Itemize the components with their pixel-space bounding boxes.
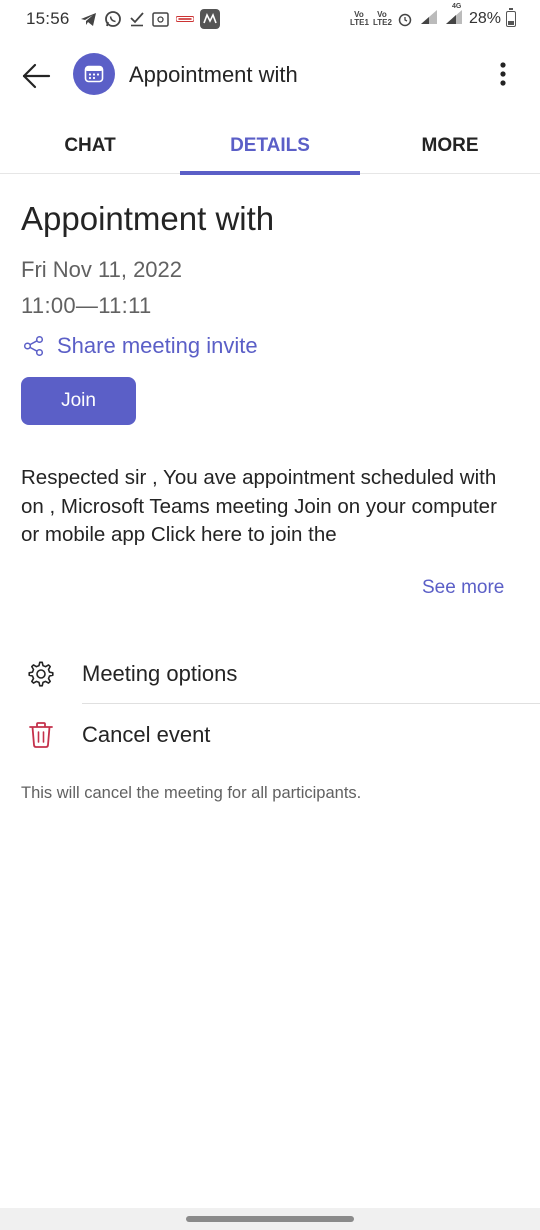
back-arrow-icon (22, 63, 51, 89)
signal-icon-sim1 (419, 9, 439, 30)
screenshot-icon (152, 10, 170, 28)
status-right: Vo LTE1 Vo LTE2 4G 28% (349, 3, 516, 30)
tab-bar: CHAT DETAILS MORE (0, 118, 540, 175)
header-title: Appointment with (129, 62, 298, 87)
home-gesture-handle[interactable] (186, 1216, 354, 1222)
more-options-button[interactable] (488, 56, 518, 92)
meeting-description: Respected sir , You ave appointment sche… (21, 466, 497, 546)
event-title: Appointment with (21, 200, 275, 237)
sim2-volte: Vo LTE2 (372, 10, 392, 27)
status-bar: 15:56 Vo LTE1 Vo LTE2 4G 28% (0, 0, 540, 38)
whatsapp-icon (104, 10, 122, 28)
meeting-avatar (73, 53, 115, 95)
join-button[interactable]: Join (21, 377, 136, 425)
status-left: 15:56 (26, 9, 220, 29)
tab-more[interactable]: MORE (360, 118, 540, 174)
event-date: Fri Nov 11, 2022 (21, 257, 183, 282)
status-time: 15:56 (26, 9, 70, 28)
sim1-volte: Vo LTE1 (349, 10, 369, 27)
cancel-event-label: Cancel event (82, 722, 211, 747)
cancel-event-row[interactable]: Cancel event (0, 706, 540, 764)
meeting-options-label: Meeting options (82, 661, 238, 686)
tab-details[interactable]: DETAILS (180, 118, 360, 175)
battery-fill (508, 21, 514, 25)
cancel-event-note: This will cancel the meeting for all par… (21, 784, 362, 802)
battery-percent: 28% (468, 10, 501, 27)
meeting-options-row[interactable]: Meeting options (0, 645, 540, 703)
myntra-icon (199, 9, 220, 29)
system-nav-bar (0, 1208, 540, 1230)
tab-chat[interactable]: CHAT (0, 118, 180, 174)
paytm-icon (175, 10, 194, 28)
share-meeting-invite-link[interactable]: Share meeting invite (23, 333, 258, 359)
share-icon (23, 335, 44, 357)
battery-icon (506, 8, 516, 27)
share-label: Share meeting invite (57, 333, 258, 358)
event-time: 11:00—11:11 (21, 293, 152, 318)
alarm-icon (396, 10, 414, 28)
calendar-icon (84, 65, 104, 83)
see-more-link[interactable]: See more (422, 577, 504, 599)
signal-icon-sim2: 4G (444, 3, 464, 30)
checkmark-icon (128, 10, 146, 28)
network-type: 4G (451, 2, 462, 10)
trash-icon (26, 720, 56, 750)
back-button[interactable] (18, 58, 54, 94)
app-header: Appointment with (0, 40, 540, 112)
options-divider (82, 703, 540, 704)
gear-icon (26, 659, 56, 689)
telegram-icon (80, 10, 98, 28)
kebab-menu-icon (500, 62, 506, 86)
